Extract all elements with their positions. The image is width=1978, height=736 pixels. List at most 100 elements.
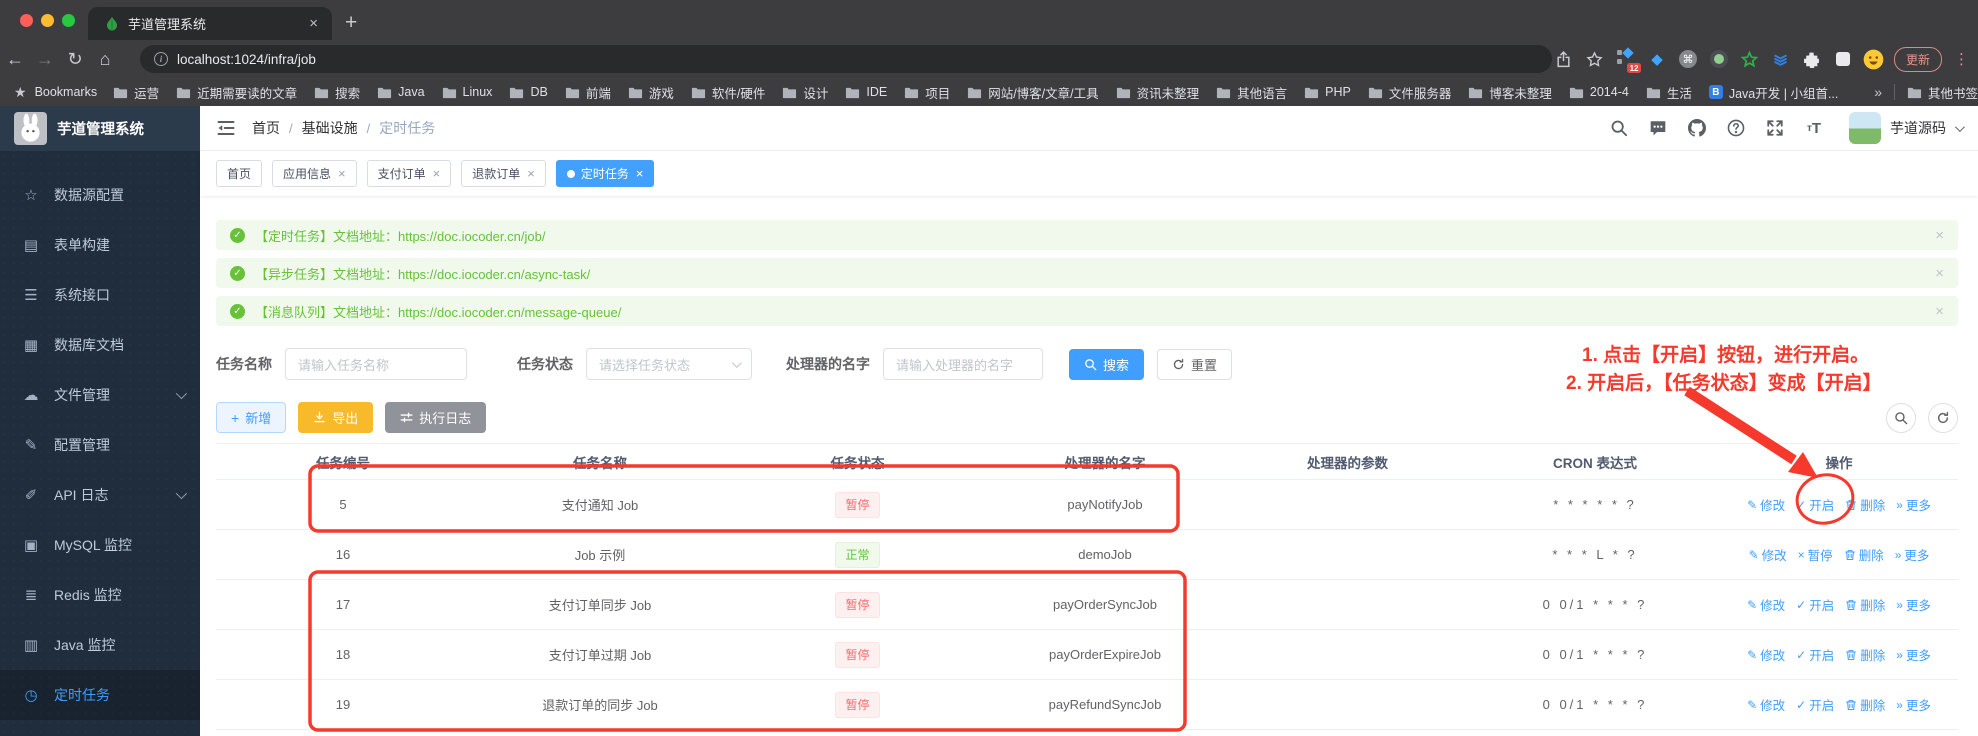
message-icon[interactable] [1648, 118, 1668, 138]
refresh-table-button[interactable] [1928, 402, 1958, 433]
window-minimize-button[interactable] [41, 14, 54, 27]
recorder-extension-icon[interactable] [1708, 48, 1730, 70]
status-filter-select[interactable]: 请选择任务状态 [586, 348, 752, 380]
delete-link[interactable]: 删除 [1845, 595, 1885, 614]
bookmark-item[interactable]: 设计 [782, 83, 828, 102]
sidebar-item[interactable]: ✎ 配置管理 [0, 420, 200, 470]
bookmark-item[interactable]: 文件服务器 [1368, 83, 1451, 102]
user-menu[interactable]: 芋道源码 [1849, 112, 1965, 144]
bookmark-item-blue[interactable]: B Java开发 | 小组首... [1708, 83, 1838, 102]
tab-group-icon[interactable] [1832, 48, 1854, 70]
bookmark-item[interactable]: 博客未整理 [1468, 83, 1552, 102]
toggle-link[interactable]: ✓ 开启 [1796, 595, 1834, 614]
search-button[interactable]: 搜索 [1069, 348, 1145, 380]
other-bookmarks[interactable]: 其他书签 [1907, 83, 1978, 102]
bookmark-item[interactable]: 软件/硬件 [691, 83, 765, 102]
close-icon[interactable]: × [636, 166, 644, 181]
bookmark-item[interactable]: 生活 [1646, 83, 1692, 102]
bookmark-item[interactable]: 其他语言 [1216, 83, 1287, 102]
help-icon[interactable] [1726, 118, 1746, 138]
tag-view-item[interactable]: 应用信息 × [272, 160, 357, 187]
close-icon[interactable]: × [1935, 265, 1944, 282]
close-icon[interactable]: × [1935, 227, 1944, 244]
bookmark-item[interactable]: 2014-4 [1569, 85, 1629, 100]
window-close-button[interactable] [20, 14, 33, 27]
font-size-icon[interactable]: тT [1804, 118, 1824, 138]
new-tab-button[interactable]: + [345, 8, 357, 38]
edit-link[interactable]: ✎ 修改 [1749, 545, 1787, 564]
more-link[interactable]: » 更多 [1896, 645, 1931, 664]
breadcrumb-item[interactable]: 首页 [252, 120, 280, 136]
sidebar-item[interactable]: ☁ 文件管理 [0, 370, 200, 420]
bookmark-item[interactable]: 搜索 [314, 83, 360, 102]
bookmark-item[interactable]: DB [509, 85, 548, 100]
search-icon[interactable] [1609, 118, 1629, 138]
bookmark-item[interactable]: 运营 [113, 83, 159, 102]
close-icon[interactable]: × [433, 166, 441, 181]
github-icon[interactable] [1687, 118, 1707, 138]
site-info-icon[interactable]: i [154, 52, 168, 66]
more-link[interactable]: » 更多 [1896, 695, 1931, 714]
breadcrumb-item[interactable]: 基础设施 [302, 120, 358, 136]
handler-filter-input[interactable]: 请输入处理器的名字 [883, 348, 1043, 380]
toggle-link[interactable]: ✓ 开启 [1796, 695, 1834, 714]
bookmark-star-icon[interactable] [1584, 48, 1606, 70]
layers-extension-icon[interactable] [1770, 48, 1792, 70]
app-logo[interactable]: 芋道管理系统 [0, 106, 200, 151]
toggle-link[interactable]: × 暂停 [1798, 545, 1833, 564]
bookmark-item[interactable]: IDE [845, 85, 887, 100]
grid-diamond-extension-icon[interactable]: 12 [1615, 47, 1641, 73]
sidebar-item[interactable]: ▣ MySQL 监控 [0, 520, 200, 570]
more-link[interactable]: » 更多 [1895, 545, 1930, 564]
job-log-button[interactable]: 执行日志 [385, 402, 487, 433]
forward-icon[interactable]: → [30, 49, 60, 70]
close-icon[interactable]: × [527, 166, 535, 181]
sidebar-item[interactable]: ▦ 数据库文档 [0, 320, 200, 370]
tag-view-item[interactable]: 支付订单 × [366, 160, 452, 187]
reset-button[interactable]: 重置 [1157, 348, 1233, 380]
bookmarks-overflow-icon[interactable]: » [1874, 84, 1882, 100]
hide-search-button[interactable] [1886, 402, 1916, 433]
add-button[interactable]: + 新增 [216, 402, 287, 433]
extensions-puzzle-icon[interactable] [1801, 48, 1823, 70]
browser-menu-icon[interactable]: ⋮ [1951, 50, 1972, 68]
profile-avatar[interactable] [1863, 48, 1885, 70]
tag-view-item[interactable]: 首页 × [216, 160, 263, 187]
bookmark-item[interactable]: 前端 [565, 83, 611, 102]
delete-link[interactable]: 删除 [1844, 545, 1884, 564]
sidebar-item[interactable]: ☰ 系统接口 [0, 270, 200, 320]
bookmark-item[interactable]: 项目 [904, 83, 950, 102]
bookmark-item[interactable]: PHP [1304, 85, 1351, 100]
sidebar-item[interactable]: ≣ Redis 监控 [0, 570, 200, 620]
tag-view-item[interactable]: 定时任务 × [555, 160, 655, 187]
more-link[interactable]: » 更多 [1896, 595, 1931, 614]
back-icon[interactable]: ← [0, 49, 30, 70]
tab-close-icon[interactable]: × [305, 15, 322, 32]
edit-link[interactable]: ✎ 修改 [1747, 645, 1785, 664]
sidebar-item[interactable]: ☆ 数据源配置 [0, 170, 200, 220]
close-icon[interactable]: × [338, 166, 346, 181]
sidebar-item[interactable]: ◷ 定时任务 [0, 670, 200, 720]
sidebar-collapse-icon[interactable] [216, 118, 236, 138]
edit-link[interactable]: ✎ 修改 [1747, 595, 1785, 614]
bookmark-item[interactable]: 网站/博客/文章/工具 [967, 83, 1099, 102]
close-icon[interactable]: × [1935, 303, 1944, 320]
home-icon[interactable]: ⌂ [90, 49, 120, 70]
star-extension-icon[interactable] [1739, 48, 1761, 70]
address-bar[interactable]: i localhost:1024/infra/job [140, 45, 1552, 73]
browser-tab[interactable]: 芋道管理系统 × [88, 7, 332, 40]
sidebar-item[interactable]: ✐ API 日志 [0, 470, 200, 520]
delete-link[interactable]: 删除 [1845, 645, 1885, 664]
bookmark-item[interactable]: 近期需要读的文章 [176, 83, 297, 102]
tag-view-item[interactable]: 退款订单 × [461, 160, 546, 187]
delete-link[interactable]: 删除 [1845, 695, 1885, 714]
toggle-link[interactable]: ✓ 开启 [1796, 495, 1834, 514]
more-link[interactable]: » 更多 [1896, 495, 1931, 514]
bookmark-item[interactable]: 游戏 [628, 83, 674, 102]
command-extension-icon[interactable]: ⌘ [1677, 48, 1699, 70]
fullscreen-icon[interactable] [1765, 118, 1785, 138]
share-icon[interactable] [1553, 48, 1575, 70]
edit-link[interactable]: ✎ 修改 [1747, 695, 1785, 714]
sidebar-item[interactable]: ▤ 表单构建 [0, 220, 200, 270]
delete-link[interactable]: 删除 [1845, 495, 1885, 514]
